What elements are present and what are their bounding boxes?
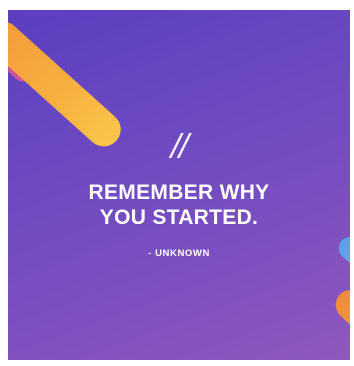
quote-card: // REMEMBER WHY YOU STARTED. - UNKNOWN xyxy=(8,10,350,360)
orange-stripe-decoration-bottom xyxy=(329,283,350,360)
quote-author: - UNKNOWN xyxy=(148,248,210,259)
quote-line-1: REMEMBER WHY xyxy=(88,181,270,204)
quote-mark-icon: // xyxy=(170,128,189,163)
quote-line-2: YOU STARTED. xyxy=(99,206,259,229)
quote-text: REMEMBER WHY YOU STARTED. xyxy=(8,180,350,230)
